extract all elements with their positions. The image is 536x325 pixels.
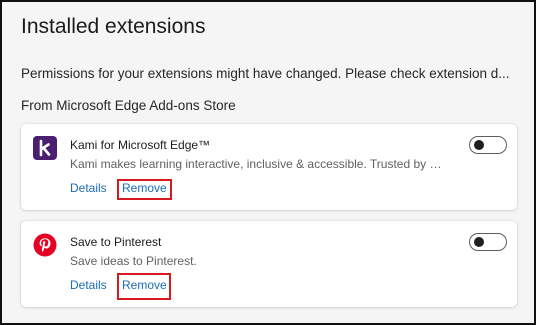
pinterest-icon	[33, 233, 57, 257]
extension-card-kami: Kami for Microsoft Edge™ Kami makes lear…	[21, 124, 517, 210]
toggle-knob	[474, 140, 484, 150]
toggle-knob	[474, 237, 484, 247]
extension-card-pinterest: Save to Pinterest Save ideas to Pinteres…	[21, 221, 517, 307]
source-heading: From Microsoft Edge Add-ons Store	[21, 98, 236, 113]
extension-name: Kami for Microsoft Edge™	[70, 138, 211, 152]
extensions-page: Installed extensions Permissions for you…	[0, 0, 536, 325]
extension-description: Kami makes learning interactive, inclusi…	[70, 157, 442, 171]
extension-name: Save to Pinterest	[70, 235, 162, 249]
extension-description: Save ideas to Pinterest.	[70, 254, 197, 268]
enable-toggle[interactable]	[469, 136, 507, 154]
enable-toggle[interactable]	[469, 233, 507, 251]
details-link[interactable]: Details	[70, 278, 107, 292]
permissions-notice: Permissions for your extensions might ha…	[21, 66, 510, 81]
kami-k-icon	[33, 136, 57, 160]
remove-highlight-box	[117, 273, 171, 300]
details-link[interactable]: Details	[70, 181, 107, 195]
page-title: Installed extensions	[21, 15, 206, 38]
remove-highlight-box	[117, 179, 172, 200]
